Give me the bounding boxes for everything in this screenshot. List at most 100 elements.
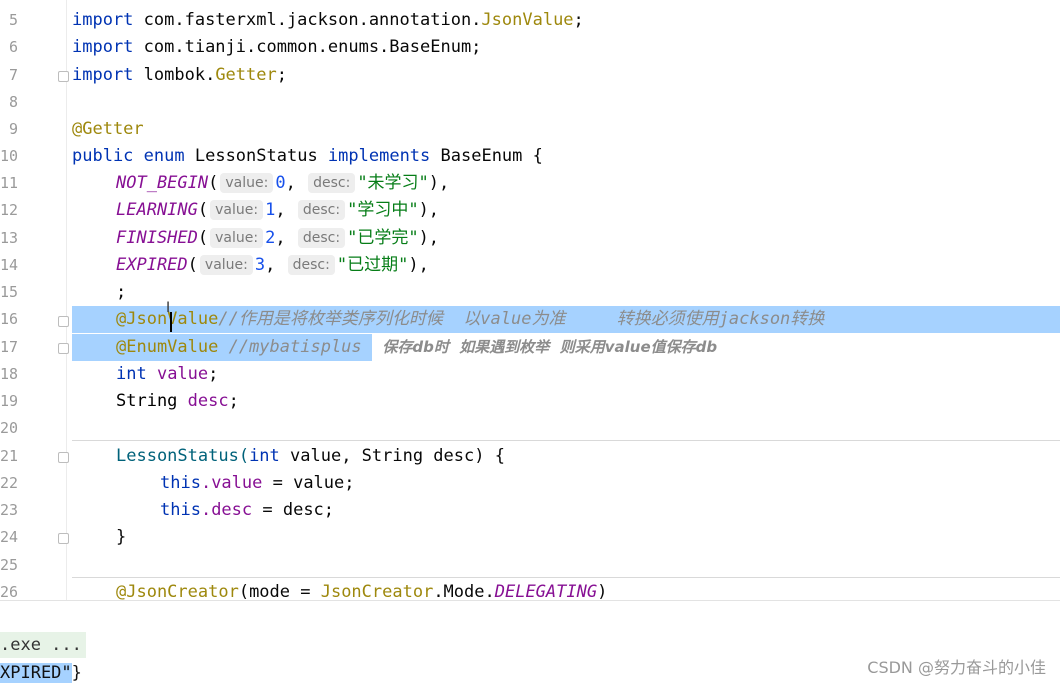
enum-constant: EXPIRED [116, 255, 188, 275]
line-number: 24 [0, 528, 19, 546]
line-number: 19 [0, 392, 19, 410]
number: 0 [275, 173, 286, 193]
keyword: enum [143, 146, 185, 166]
code-line-6[interactable]: import com.tianji.common.enums.BaseEnum; [72, 34, 481, 61]
code-line-26[interactable]: @JsonCreator(mode = JsonCreator.Mode.DEL… [116, 579, 607, 600]
number: 3 [254, 255, 266, 275]
line-number: 22 [0, 474, 19, 492]
code-line-22[interactable]: this.value = value; [160, 470, 355, 497]
code-text: ( [208, 173, 219, 193]
code-text: (mode = [238, 582, 321, 600]
line-number: 23 [0, 501, 19, 519]
code-text: ( [197, 200, 209, 220]
code-text: com.fasterxml.jackson.annotation. [133, 10, 482, 30]
method-separator [72, 440, 1060, 441]
code-line-18[interactable]: int value; [116, 361, 218, 388]
string: "已学完" [347, 228, 419, 248]
comment-text: 保存db时 如果遇到枚举 则采用value值保存db [382, 338, 718, 356]
code-line-14[interactable]: EXPIRED(value: 3, desc: "已过期"), [116, 252, 429, 279]
line-number: 7 [8, 66, 18, 84]
keyword: public [72, 146, 134, 166]
code-line-15[interactable]: ; [116, 279, 126, 306]
line-number: 17 [0, 338, 19, 356]
ibeam-pointer-icon: I [166, 300, 171, 316]
fold-marker-icon[interactable] [58, 533, 69, 544]
code-text: LessonStatus [184, 146, 328, 166]
line-number: 26 [0, 583, 19, 600]
code-text: BaseEnum { [430, 146, 543, 166]
code-line-10[interactable]: public enum LessonStatus implements Base… [72, 143, 543, 170]
watermark: CSDN @努力奋斗的小佳 [867, 658, 1046, 677]
fold-marker-icon[interactable] [58, 343, 69, 354]
code-text: ) [597, 582, 608, 600]
console-line: XPIRED"} [0, 660, 82, 686]
code-editor[interactable]: 5 6 7 8 9 10 11 12 13 14 15 16 17 18 19 … [0, 0, 1060, 600]
line-number: 25 [0, 556, 19, 574]
param-hint: value: [199, 255, 253, 275]
param-hint: value: [220, 173, 274, 193]
annotation: @Getter [72, 119, 144, 139]
field: value [146, 364, 209, 384]
code-text: ; [228, 391, 239, 411]
fold-marker-icon[interactable] [58, 452, 69, 463]
constructor-name: LessonStatus( [116, 446, 250, 466]
line-number: 20 [0, 419, 19, 437]
code-line-5[interactable]: import com.fasterxml.jackson.annotation.… [72, 7, 584, 34]
code-text: = desc; [252, 500, 335, 520]
line-number: 10 [0, 147, 19, 165]
console-line: .exe ... [0, 632, 86, 658]
code-line-16-selected[interactable]: @JsonValue//作用是将枚举类序列化时候 以value为准 转换必须使用… [72, 306, 1060, 333]
code-line-13[interactable]: FINISHED(value: 2, desc: "已学完"), [116, 225, 439, 252]
code-line-19[interactable]: String desc; [116, 388, 239, 415]
code-line-9[interactable]: @Getter [72, 116, 144, 143]
code-text: , [275, 200, 286, 220]
keyword: import [72, 37, 134, 57]
text-cursor [170, 312, 172, 332]
line-number: 5 [8, 11, 18, 29]
code-line-21[interactable]: LessonStatus(int value, String desc) { [116, 443, 505, 470]
number: 2 [265, 228, 276, 248]
param-hint: desc: [297, 228, 346, 248]
code-text: com.tianji.common.enums.BaseEnum; [133, 37, 482, 57]
annotation: @EnumValue [116, 337, 219, 357]
line-number-gutter[interactable]: 5 6 7 8 9 10 11 12 13 14 15 16 17 18 19 … [0, 0, 67, 600]
line-number: 18 [0, 365, 19, 383]
code-text: ( [197, 228, 209, 248]
field: .desc [200, 500, 253, 520]
line-number: 9 [8, 120, 18, 138]
code-line-23[interactable]: this.desc = desc; [160, 497, 334, 524]
code-text: lombok. [133, 65, 216, 85]
code-line-12[interactable]: LEARNING(value: 1, desc: "学习中"), [116, 197, 439, 224]
code-text: ; [116, 282, 127, 302]
fold-marker-icon[interactable] [58, 316, 69, 327]
comment: 保存db时 如果遇到枚举 则采用value值保存db [372, 338, 717, 356]
number: 1 [265, 200, 276, 220]
code-text: ), [428, 173, 450, 193]
code-line-11[interactable]: NOT_BEGIN(value: 0, desc: "未学习"), [116, 170, 449, 197]
annotation: @JsonCreator [116, 582, 239, 600]
code-line-24[interactable]: } [116, 524, 126, 551]
line-number: 12 [0, 201, 19, 219]
code-text: ; [573, 10, 584, 30]
code-line-7[interactable]: import lombok.Getter; [72, 62, 287, 89]
keyword: int [116, 364, 147, 384]
keyword: this [160, 500, 201, 520]
param-hint: desc: [287, 255, 335, 275]
code-text: .Mode. [433, 582, 495, 600]
comment: //作用是将枚举类序列化时候 以value为准 转换必须使用jackson转换 [218, 309, 825, 329]
code-line-17[interactable]: @EnumValue //mybatisplus 保存db时 如果遇到枚举 则采… [72, 334, 717, 361]
console-highlight: XPIRED" [0, 663, 72, 683]
line-number: 6 [8, 38, 18, 56]
enum-constant: DELEGATING [494, 582, 598, 600]
param-hint: value: [210, 200, 264, 220]
line-number: 14 [0, 256, 19, 274]
code-text: ; [208, 364, 219, 384]
class-ref: Getter [215, 65, 277, 85]
class-ref: JsonValue [481, 10, 574, 30]
fold-marker-icon[interactable] [58, 71, 69, 82]
enum-constant: NOT_BEGIN [116, 173, 209, 193]
line-number: 21 [0, 447, 19, 465]
code-text: ; [276, 65, 287, 85]
line-number: 8 [8, 93, 18, 111]
code-text: ), [418, 228, 440, 248]
